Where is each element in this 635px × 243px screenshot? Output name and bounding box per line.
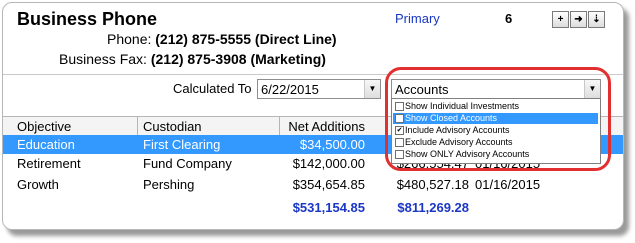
cell-net-additions: $354,654.85: [292, 177, 365, 192]
total-net-additions: $531,154.85: [292, 200, 365, 215]
total-value: $811,269.28: [397, 200, 469, 215]
phone-value: (212) 875-5555: [155, 31, 252, 47]
add-icon[interactable]: +: [552, 11, 569, 28]
primary-link[interactable]: Primary: [395, 11, 440, 26]
column-net-additions[interactable]: Net Additions: [285, 119, 365, 134]
business-phone-panel: Business Phone Phone: (212) 875-5555 (Di…: [2, 2, 624, 230]
table-row[interactable]: Growth Pershing $354,654.85 $480,527.18 …: [3, 175, 623, 194]
arrow-right-icon[interactable]: ➜: [570, 11, 587, 28]
column-divider: [137, 117, 138, 135]
cell-custodian: Pershing: [143, 177, 195, 192]
phone-type: (Direct Line): [254, 31, 337, 47]
panel-title: Business Phone: [17, 9, 158, 29]
cell-value: $480,527.18: [396, 177, 469, 192]
calculated-to-label: Calculated To: [173, 81, 252, 96]
cell-net-additions: $142,000.00: [292, 156, 365, 171]
phone-count: 6: [505, 11, 513, 26]
calculated-date-select[interactable]: 6/22/2015 ▼: [257, 79, 381, 99]
fax-line: Business Fax: (212) 875-3908 (Marketing): [59, 51, 326, 67]
download-icon[interactable]: ⇣: [588, 11, 605, 28]
column-divider: [279, 117, 280, 135]
cell-objective: Education: [17, 137, 75, 152]
phone-line: Phone: (212) 875-5555 (Direct Line): [107, 31, 337, 47]
cell-net-additions: $34,500.00: [299, 137, 365, 152]
calculated-date-value: 6/22/2015: [261, 82, 319, 97]
cell-date: 01/16/2015: [475, 177, 541, 192]
fax-value: (212) 875-3908: [150, 51, 247, 67]
highlight-oval: [385, 67, 611, 171]
cell-objective: Growth: [17, 177, 59, 192]
fax-type: (Marketing): [250, 51, 326, 67]
fax-label: Business Fax:: [59, 51, 147, 67]
cell-objective: Retirement: [17, 156, 81, 171]
cell-custodian: First Clearing: [143, 137, 221, 152]
cell-custodian: Fund Company: [143, 156, 232, 171]
chevron-down-icon[interactable]: ▼: [364, 80, 380, 98]
column-custodian[interactable]: Custodian: [143, 119, 202, 134]
phone-label: Phone:: [107, 31, 152, 47]
column-objective[interactable]: Objective: [17, 119, 71, 134]
